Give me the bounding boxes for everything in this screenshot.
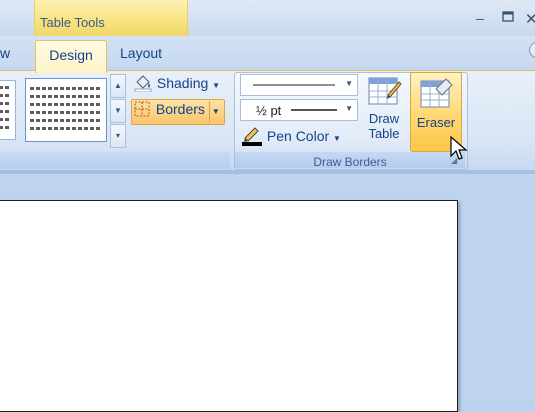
table-style-thumbnail-2[interactable] <box>25 78 107 142</box>
maximize-icon[interactable] <box>498 10 518 28</box>
borders-label: Borders <box>155 101 205 118</box>
line-weight-value: ½ pt <box>256 103 282 118</box>
chevron-down-icon: ▼ <box>333 134 341 144</box>
table-styles-footer <box>0 152 230 169</box>
close-icon[interactable]: ✕ <box>525 10 535 28</box>
mouse-pointer-icon <box>450 135 468 162</box>
eraser-label: Eraser <box>416 115 456 130</box>
document-page[interactable] <box>0 200 458 412</box>
pen-icon <box>241 126 263 149</box>
draw-table-label-2: Table <box>368 126 400 141</box>
maximize-glyph <box>502 11 514 22</box>
gallery-down-icon[interactable]: ▼ <box>110 99 126 123</box>
borders-button[interactable]: Borders ▼ <box>131 99 225 125</box>
borders-grid-icon <box>132 100 152 121</box>
gallery-more-icon[interactable]: ▾ <box>110 124 126 148</box>
tab-design[interactable]: Design <box>35 40 107 73</box>
minimize-icon[interactable]: – <box>470 10 490 28</box>
styles-gallery-scroll: ▲ ▼ ▾ <box>110 74 126 148</box>
shading-button[interactable]: Shading ▼ <box>133 74 225 96</box>
tab-view-partial[interactable]: w <box>0 45 10 61</box>
line-weight-dropdown[interactable]: ½ pt ▼ <box>240 99 358 121</box>
paint-bucket-icon <box>133 74 153 95</box>
line-style-preview <box>253 84 335 86</box>
draw-table-icon <box>362 73 406 111</box>
draw-table-button[interactable]: Draw Table <box>362 73 406 149</box>
shading-label: Shading <box>156 75 209 92</box>
draw-table-label-1: Draw <box>368 111 400 126</box>
tab-layout[interactable]: Layout <box>120 45 162 61</box>
pen-color-label: Pen Color <box>266 128 330 145</box>
chevron-down-icon: ▼ <box>212 81 221 91</box>
table-style-thumbnail-1[interactable] <box>0 80 16 140</box>
chevron-down-icon: ▼ <box>345 79 353 88</box>
draw-borders-group-label: Draw Borders <box>313 155 387 169</box>
eraser-icon <box>411 73 461 115</box>
line-weight-preview <box>291 109 337 111</box>
chevron-down-icon: ▼ <box>345 104 353 113</box>
pen-color-button[interactable]: Pen Color ▼ <box>241 126 351 148</box>
gallery-up-icon[interactable]: ▲ <box>110 74 126 98</box>
table-tools-label: Table Tools <box>40 15 105 30</box>
line-style-dropdown[interactable]: ▼ <box>240 74 358 96</box>
borders-dropdown-icon[interactable]: ▼ <box>208 101 222 124</box>
